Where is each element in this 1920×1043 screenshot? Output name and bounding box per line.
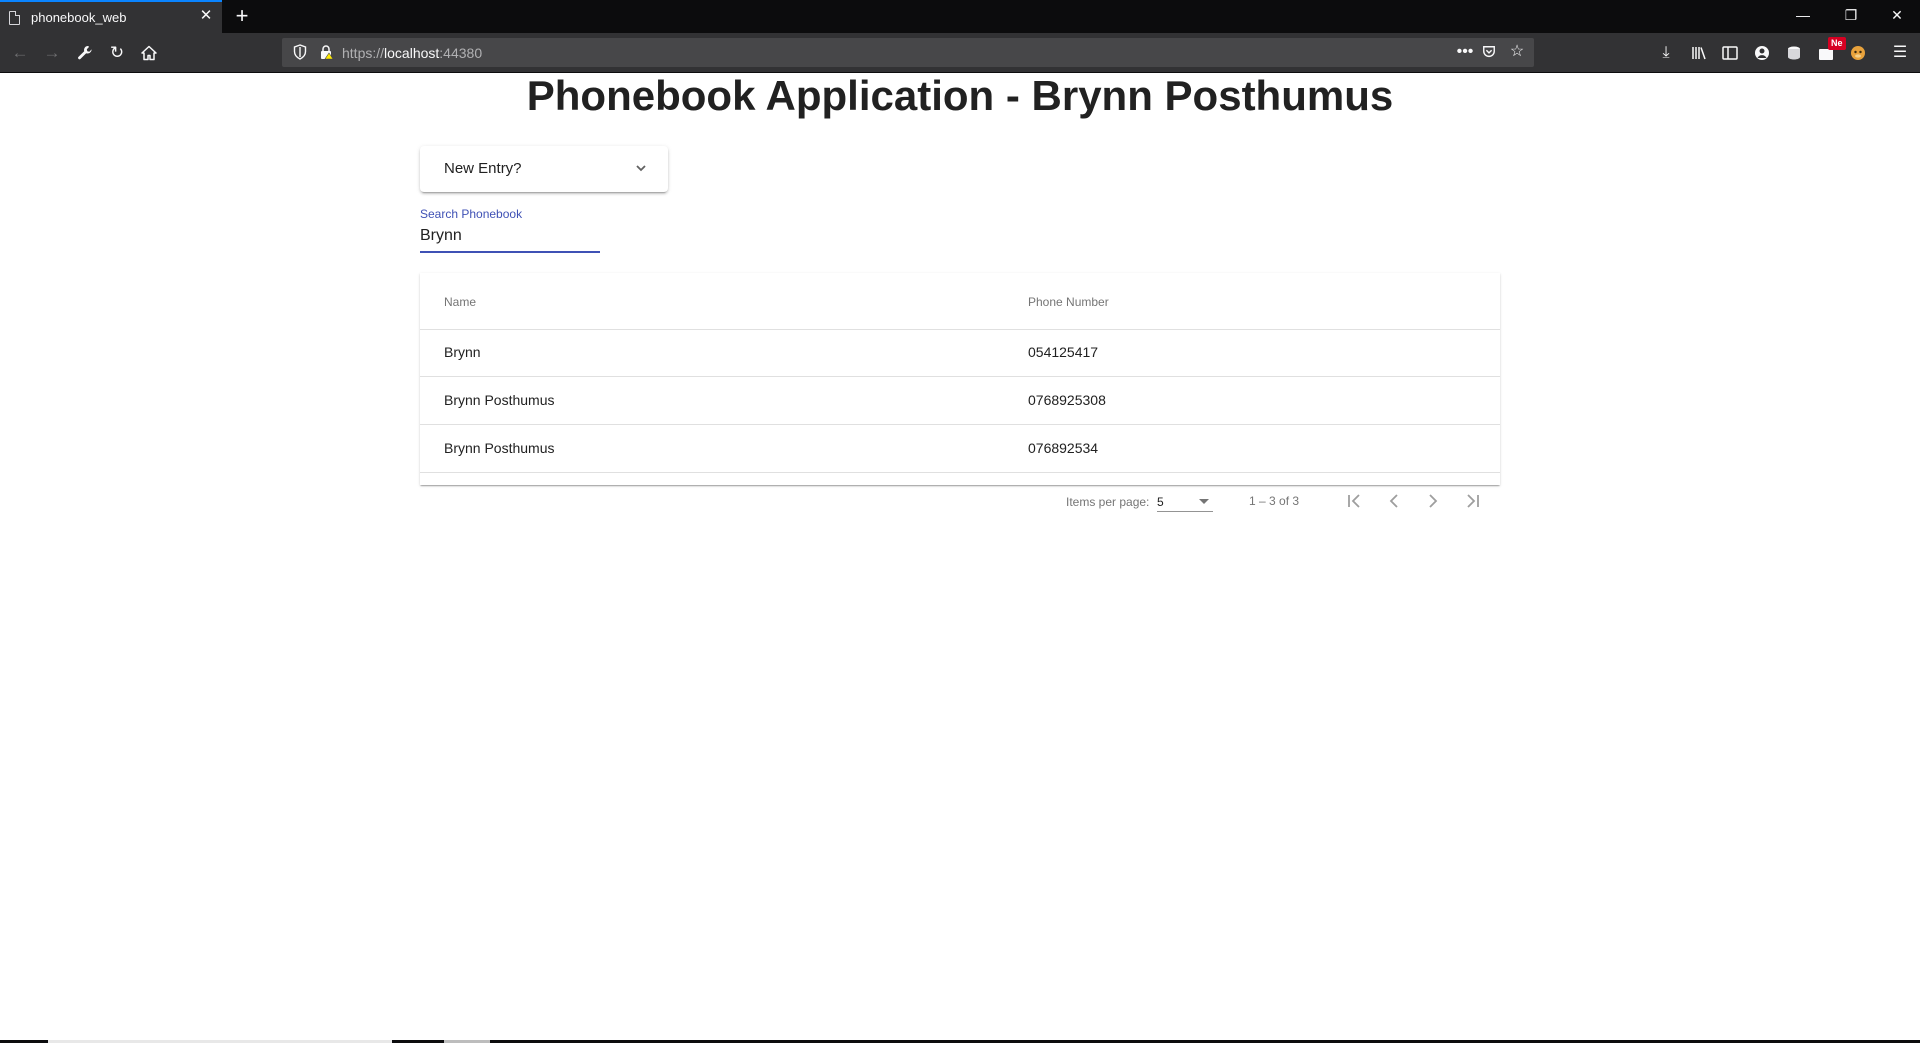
cell-name: Brynn Posthumus — [444, 392, 555, 408]
new-entry-label: New Entry? — [444, 160, 522, 177]
bookmark-star-icon[interactable]: ☆ — [1506, 42, 1528, 62]
items-per-page-label: Items per page: — [1066, 495, 1150, 509]
forward-icon[interactable]: → — [38, 39, 66, 67]
downloads-icon[interactable]: ⤓ — [1652, 39, 1680, 67]
phonebook-table: Name Phone Number Brynn 054125417 Brynn … — [420, 273, 1500, 485]
close-window-icon[interactable]: ✕ — [1874, 0, 1920, 33]
notifications-extension-icon[interactable]: Ne — [1812, 37, 1846, 67]
cell-name: Brynn — [444, 344, 481, 360]
url-text[interactable]: https://localhost:44380 — [342, 45, 482, 61]
dropdown-arrow-icon — [1199, 499, 1209, 504]
notification-badge: Ne — [1828, 37, 1846, 50]
minimize-window-icon[interactable]: — — [1780, 0, 1826, 33]
reload-icon[interactable]: ↻ — [103, 39, 131, 67]
header-name[interactable]: Name — [444, 295, 476, 309]
cell-phone: 054125417 — [1028, 344, 1099, 360]
search-label: Search Phonebook — [420, 207, 523, 221]
last-page-icon[interactable] — [1461, 489, 1485, 513]
sidebar-icon[interactable] — [1716, 39, 1744, 67]
paginator: Items per page: 5 1 – 3 of 3 — [420, 485, 1500, 517]
pocket-icon[interactable] — [1478, 42, 1500, 62]
document-icon — [9, 11, 20, 25]
tab-title: phonebook_web — [31, 10, 127, 25]
previous-page-icon[interactable] — [1382, 489, 1406, 513]
table-header-row: Name Phone Number — [420, 273, 1500, 330]
home-icon[interactable] — [135, 39, 163, 67]
account-icon[interactable] — [1748, 39, 1776, 67]
cell-name: Brynn Posthumus — [444, 440, 555, 456]
address-bar[interactable]: https://localhost:44380 ••• ☆ — [282, 38, 1534, 67]
page-actions-icon[interactable]: ••• — [1454, 42, 1476, 62]
chevron-down-icon[interactable] — [633, 160, 649, 176]
table-row[interactable]: Brynn Posthumus 0768925308 — [420, 377, 1500, 425]
header-phone-number[interactable]: Phone Number — [1028, 295, 1109, 309]
next-page-icon[interactable] — [1421, 489, 1445, 513]
library-icon[interactable] — [1685, 39, 1713, 67]
cell-phone: 076892534 — [1028, 440, 1099, 456]
navigation-toolbar: ← → ↻ https://localhost:44380 ••• ☆ ⤓ Ne… — [0, 33, 1920, 73]
hamburger-menu-icon[interactable]: ☰ — [1886, 39, 1914, 67]
close-tab-icon[interactable]: ✕ — [198, 8, 214, 24]
table-row[interactable]: Brynn 054125417 — [420, 329, 1500, 377]
insecure-lock-icon[interactable] — [318, 44, 334, 60]
first-page-icon[interactable] — [1342, 489, 1366, 513]
tab-strip: phonebook_web ✕ + — ❐ ✕ — [0, 0, 1920, 33]
wrench-icon[interactable] — [71, 39, 99, 67]
tracking-shield-icon[interactable] — [292, 44, 308, 60]
search-field: Search Phonebook — [420, 207, 600, 254]
tab-phonebook-web[interactable]: phonebook_web ✕ — [0, 0, 222, 33]
monkey-extension-icon[interactable] — [1844, 39, 1872, 67]
page-size-select[interactable]: 5 — [1157, 489, 1213, 512]
page-size-value: 5 — [1157, 495, 1164, 509]
new-tab-button[interactable]: + — [230, 4, 254, 28]
restore-window-icon[interactable]: ❐ — [1828, 0, 1874, 33]
extension-database-icon[interactable] — [1780, 39, 1808, 67]
cell-phone: 0768925308 — [1028, 392, 1106, 408]
back-icon[interactable]: ← — [6, 39, 34, 67]
page-title: Phonebook Application - Brynn Posthumus — [526, 72, 1394, 119]
search-input[interactable] — [420, 225, 600, 247]
page-range-label: 1 – 3 of 3 — [1249, 494, 1300, 508]
table-row[interactable]: Brynn Posthumus 076892534 — [420, 425, 1500, 473]
new-entry-expansion-panel[interactable]: New Entry? — [420, 146, 668, 192]
search-underline — [420, 251, 600, 253]
